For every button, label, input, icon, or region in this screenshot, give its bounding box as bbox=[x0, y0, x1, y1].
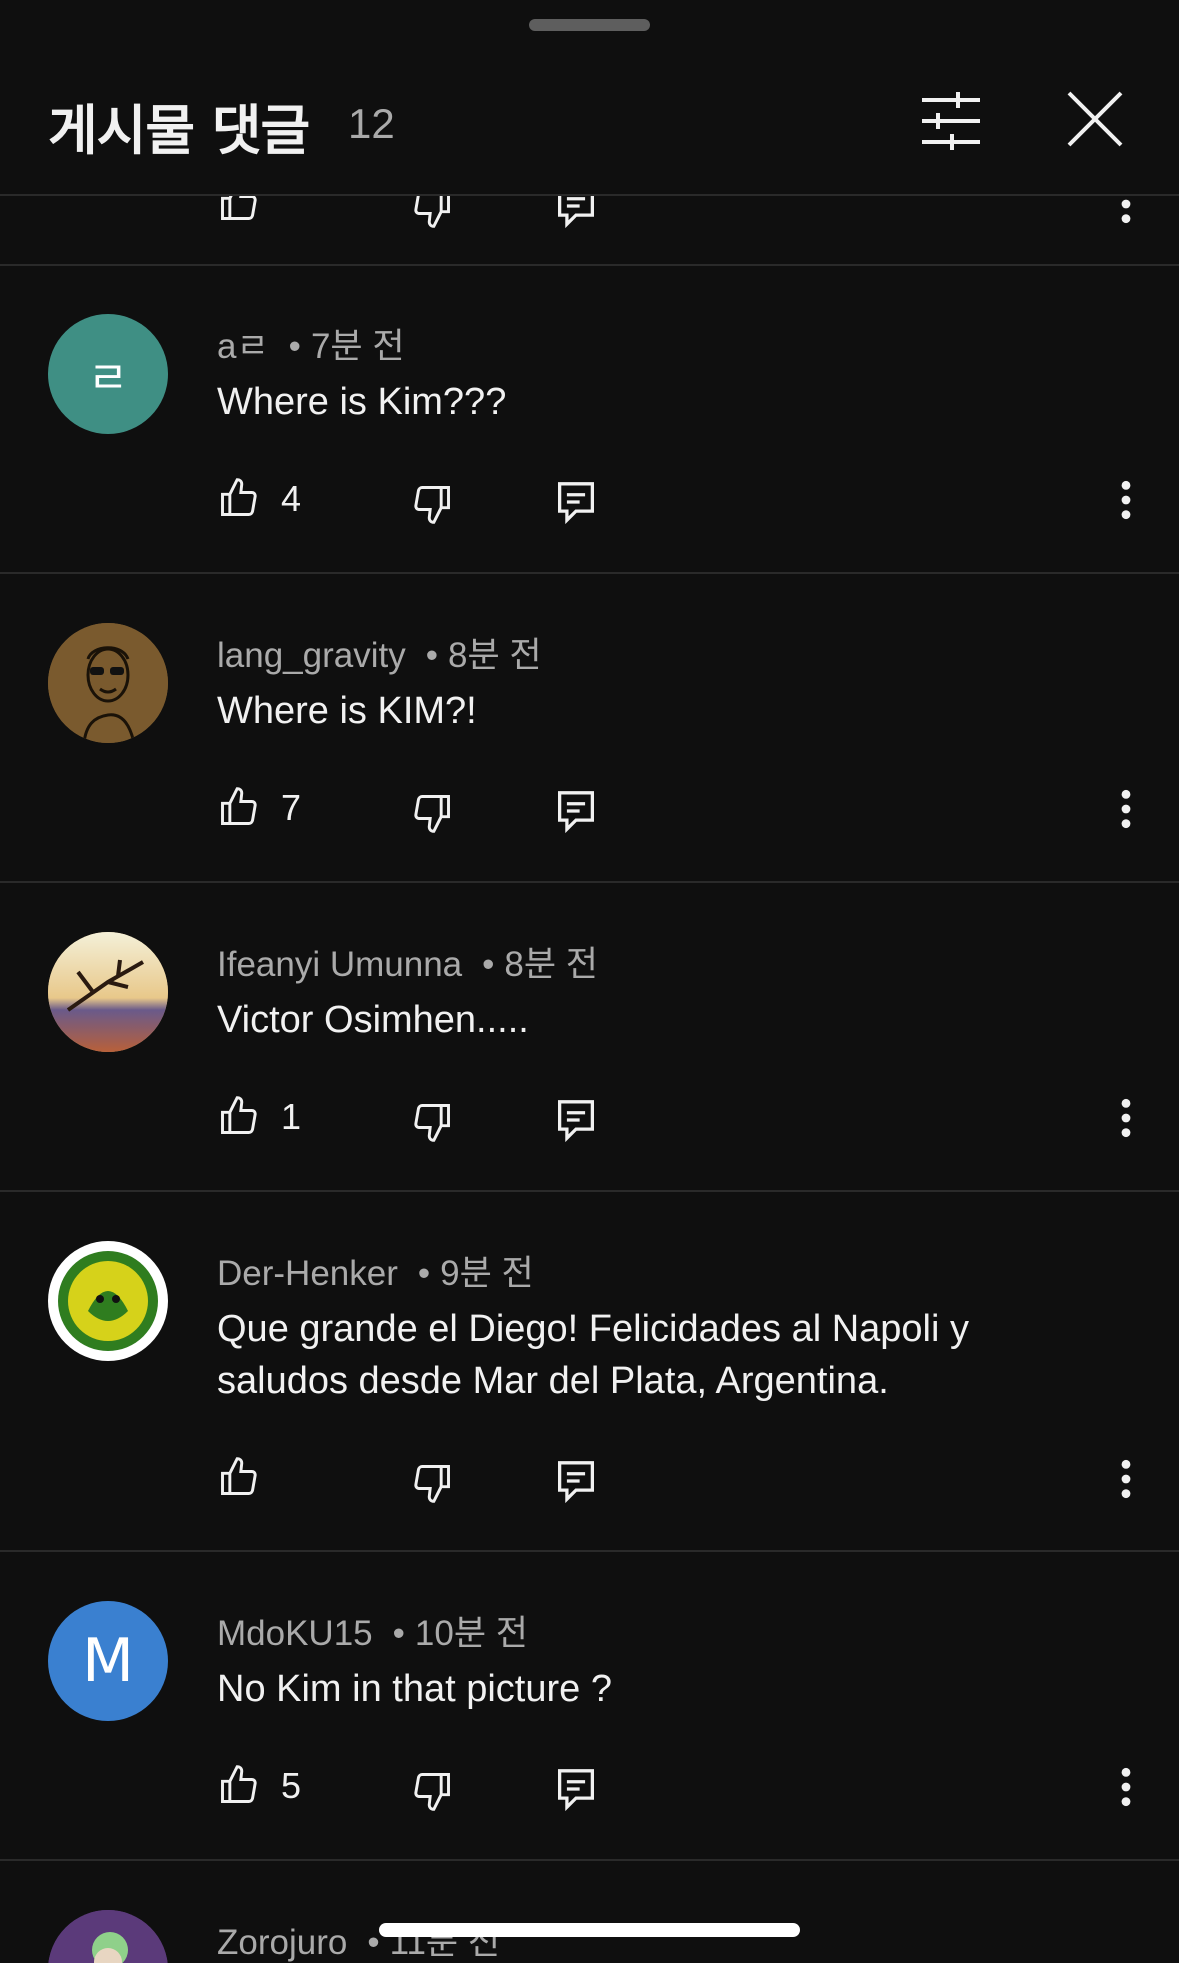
reply-icon[interactable] bbox=[556, 480, 596, 524]
comment-meta: Ifeanyi Umunna • 8분 전 bbox=[217, 936, 598, 987]
comment-actions: 1 bbox=[0, 1094, 1179, 1154]
comment-text: Where is KIM?! bbox=[217, 690, 477, 732]
comment-item: Ifeanyi Umunna • 8분 전 Victor Osimhen..... … bbox=[0, 882, 1179, 1192]
more-vertical-icon[interactable] bbox=[1110, 1096, 1142, 1140]
sort-filter-button[interactable] bbox=[918, 90, 984, 152]
avatar[interactable] bbox=[48, 932, 168, 1052]
comment-actions: 4 bbox=[0, 476, 1179, 536]
more-vertical-icon[interactable] bbox=[1110, 1765, 1142, 1809]
thumbs-up-icon[interactable] bbox=[217, 1094, 261, 1138]
meta-separator: • bbox=[417, 1254, 431, 1293]
reply-icon[interactable] bbox=[556, 1098, 596, 1142]
meta-separator: • bbox=[392, 1614, 405, 1653]
more-vertical-icon[interactable] bbox=[1110, 1457, 1142, 1501]
avatar[interactable] bbox=[48, 1241, 168, 1361]
like-count: 5 bbox=[281, 1765, 302, 1806]
like-count: 7 bbox=[281, 787, 302, 828]
comment-item: M MdoKU15 • 10분 전 No Kim in that picture ?… bbox=[0, 1551, 1179, 1861]
comment-author[interactable]: Zorojuro bbox=[217, 1923, 347, 1962]
comments-header: 게시물 댓글 12 bbox=[0, 0, 1179, 196]
comment-time: 8분 전 bbox=[504, 945, 598, 984]
close-button[interactable] bbox=[1066, 90, 1124, 148]
comment-item: ㄹ aㄹ • 7분 전 Where is Kim??? 4 bbox=[0, 264, 1179, 574]
close-icon bbox=[1067, 91, 1123, 147]
more-vertical-icon[interactable] bbox=[1110, 787, 1142, 831]
comment-actions bbox=[0, 1455, 1179, 1515]
avatar[interactable]: ㄹ bbox=[48, 314, 168, 434]
avatar[interactable] bbox=[48, 1910, 168, 1963]
comment-author[interactable]: aㄹ bbox=[217, 327, 269, 366]
like-count: 1 bbox=[281, 1096, 302, 1137]
home-indicator bbox=[379, 1923, 800, 1937]
meta-separator: • bbox=[367, 1923, 380, 1962]
comment-item: lang_gravity • 8분 전 Where is KIM?! 7 bbox=[0, 573, 1179, 883]
thumbs-down-icon[interactable] bbox=[410, 1461, 454, 1505]
comment-meta: Zorojuro • 11분 전 bbox=[217, 1914, 500, 1963]
comment-time: 7분 전 bbox=[310, 327, 405, 366]
comment-time: 10분 전 bbox=[414, 1614, 528, 1653]
thumbs-up-icon[interactable] bbox=[217, 1763, 261, 1807]
comment-text: Victor Osimhen..... bbox=[217, 999, 529, 1041]
meta-separator: • bbox=[288, 327, 301, 366]
thumbs-up-icon[interactable] bbox=[217, 785, 261, 829]
reply-icon[interactable] bbox=[556, 789, 596, 833]
more-vertical-icon[interactable] bbox=[1110, 478, 1142, 522]
reply-icon[interactable] bbox=[556, 1767, 596, 1811]
thumbs-down-icon[interactable] bbox=[410, 791, 454, 835]
avatar-illustration bbox=[48, 623, 168, 743]
comment-author[interactable]: MdoKU15 bbox=[217, 1614, 373, 1653]
avatar-photo bbox=[48, 932, 168, 1052]
avatar-logo bbox=[50, 1243, 166, 1359]
avatar-letter: M bbox=[82, 1626, 134, 1696]
comment-item: Der-Henker • 9분 전 Que grande el Diego! Fel… bbox=[0, 1191, 1179, 1552]
meta-separator: • bbox=[425, 636, 438, 675]
comment-text: No Kim in that picture ? bbox=[217, 1668, 612, 1710]
comment-text: Where is Kim??? bbox=[217, 381, 507, 423]
comment-actions: 7 bbox=[0, 785, 1179, 845]
avatar[interactable] bbox=[48, 623, 168, 743]
comment-meta: Der-Henker • 9분 전 bbox=[217, 1245, 534, 1296]
reply-icon[interactable] bbox=[556, 1459, 596, 1503]
comment-author[interactable]: lang_gravity bbox=[217, 636, 406, 675]
comment-text: Que grande el Diego! Felicidades al Napo… bbox=[217, 1308, 969, 1402]
comment-item: Zorojuro • 11분 전 bbox=[0, 1860, 1179, 1963]
comments-list[interactable]: ㄹ aㄹ • 7분 전 Where is Kim??? 4 lang_gravi… bbox=[0, 0, 1179, 1963]
avatar-photo bbox=[48, 1910, 168, 1963]
comment-author[interactable]: Der-Henker bbox=[217, 1254, 398, 1293]
avatar-letter: ㄹ bbox=[87, 353, 129, 404]
thumbs-down-icon[interactable] bbox=[410, 1100, 454, 1144]
comment-count: 12 bbox=[348, 100, 395, 147]
thumbs-down-icon[interactable] bbox=[410, 482, 454, 526]
thumbs-up-icon[interactable] bbox=[217, 476, 261, 520]
drag-handle[interactable] bbox=[529, 19, 650, 31]
meta-separator: • bbox=[482, 945, 495, 984]
comment-time: 8분 전 bbox=[448, 636, 542, 675]
avatar[interactable]: M bbox=[48, 1601, 168, 1721]
thumbs-down-icon[interactable] bbox=[410, 1769, 454, 1813]
comment-meta: MdoKU15 • 10분 전 bbox=[217, 1605, 528, 1656]
sliders-icon bbox=[922, 92, 980, 150]
comment-actions: 5 bbox=[0, 1763, 1179, 1823]
thumbs-up-icon[interactable] bbox=[217, 1455, 261, 1499]
comment-time: 9분 전 bbox=[440, 1254, 534, 1293]
page-title: 게시물 댓글 bbox=[48, 99, 310, 162]
comment-meta: lang_gravity • 8분 전 bbox=[217, 627, 542, 678]
comment-author[interactable]: Ifeanyi Umunna bbox=[217, 945, 462, 984]
like-count: 4 bbox=[281, 478, 302, 519]
comment-meta: aㄹ • 7분 전 bbox=[217, 318, 405, 369]
